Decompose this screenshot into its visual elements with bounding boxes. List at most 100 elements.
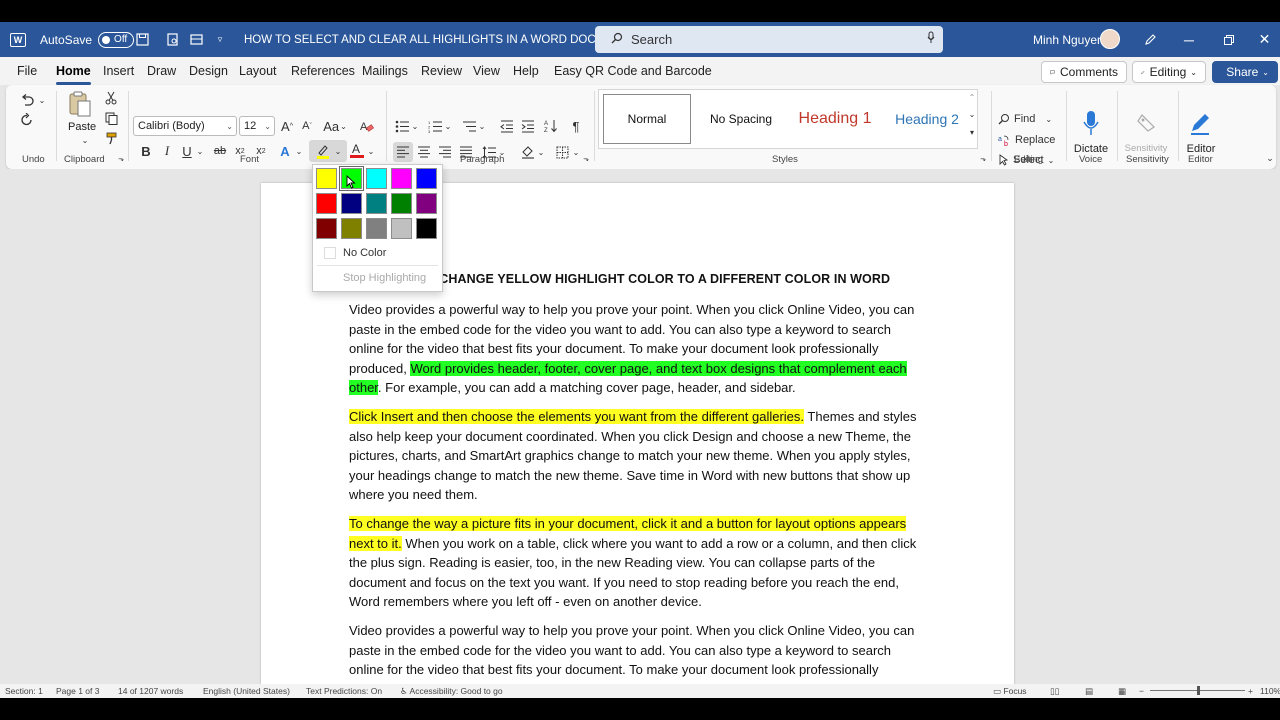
font-size-combo[interactable]: 12 ⌄ bbox=[239, 116, 275, 136]
font-name-combo[interactable]: Calibri (Body) ⌄ bbox=[133, 116, 237, 136]
search-box[interactable]: Search bbox=[595, 26, 943, 53]
sort-icon[interactable]: AZ bbox=[542, 116, 560, 136]
highlight-swatch[interactable] bbox=[391, 218, 412, 239]
paragraph-3[interactable]: To change the way a picture fits in your… bbox=[349, 514, 927, 612]
highlight-swatch[interactable] bbox=[341, 193, 362, 214]
user-name[interactable]: Minh Nguyen bbox=[1033, 22, 1104, 57]
grow-font-icon[interactable]: A ^ bbox=[279, 116, 295, 136]
status-accessibility[interactable]: ♿ Accessibility: Good to go bbox=[400, 686, 503, 697]
dialog-launcher-icon[interactable]: ⬎ bbox=[116, 154, 126, 164]
document-title[interactable]: HOW TO SELECT AND CLEAR ALL HIGHLIGHTS I… bbox=[244, 22, 637, 57]
clear-formatting-icon[interactable]: A bbox=[358, 116, 376, 136]
comments-button[interactable]: Comments bbox=[1041, 61, 1127, 83]
paragraph-1[interactable]: Video provides a powerful way to help yo… bbox=[349, 300, 927, 398]
bullets-icon[interactable] bbox=[393, 116, 411, 136]
read-mode-icon[interactable]: ▯▯ bbox=[1050, 686, 1059, 697]
strikethrough-icon[interactable]: ab bbox=[211, 142, 229, 160]
replace-button[interactable]: ab Replace bbox=[998, 131, 1062, 149]
tab-review[interactable]: Review bbox=[421, 64, 462, 78]
find-button[interactable]: Find ⌄ bbox=[998, 110, 1058, 128]
editing-mode-button[interactable]: Editing ⌄ bbox=[1132, 61, 1206, 83]
microphone-icon[interactable] bbox=[1080, 109, 1102, 137]
font-color-icon[interactable]: A bbox=[349, 140, 365, 160]
text-highlight-color-button[interactable]: ⌄ bbox=[309, 140, 347, 162]
italic-icon[interactable]: I bbox=[159, 142, 175, 160]
numbering-icon[interactable]: 123 bbox=[426, 116, 444, 136]
status-text-predictions[interactable]: Text Predictions: On bbox=[306, 686, 382, 696]
highlight-swatch[interactable] bbox=[316, 168, 337, 189]
borders-dropdown-icon[interactable]: ⌄ bbox=[572, 142, 580, 162]
pen-icon[interactable] bbox=[1130, 22, 1170, 57]
style-heading-2[interactable]: Heading 2 bbox=[883, 94, 971, 144]
stop-highlighting-option[interactable]: Stop Highlighting bbox=[343, 272, 426, 284]
tab-references[interactable]: References bbox=[291, 64, 355, 78]
share-button[interactable]: Share ⌄ bbox=[1212, 61, 1278, 83]
dialog-launcher-icon[interactable]: ⬎ bbox=[978, 154, 988, 164]
multilevel-list-icon[interactable] bbox=[460, 116, 478, 136]
styles-more-icon[interactable]: ▾ bbox=[966, 125, 978, 139]
show-formatting-marks-icon[interactable]: ¶ bbox=[567, 116, 585, 136]
bold-icon[interactable]: B bbox=[138, 142, 154, 160]
undo-dropdown-icon[interactable]: ⌄ bbox=[37, 91, 47, 109]
collapse-ribbon-icon[interactable]: ⌄ bbox=[1264, 152, 1276, 164]
paste-icon[interactable] bbox=[66, 89, 94, 119]
highlight-swatch[interactable] bbox=[391, 193, 412, 214]
web-layout-icon[interactable]: ▦ bbox=[1118, 686, 1126, 697]
paste-label[interactable]: Paste bbox=[68, 121, 96, 133]
highlight-swatch[interactable] bbox=[366, 218, 387, 239]
decrease-indent-icon[interactable] bbox=[498, 116, 516, 136]
toggle-switch[interactable]: Off bbox=[98, 31, 135, 48]
highlight-swatch[interactable] bbox=[416, 218, 437, 239]
highlight-swatch[interactable] bbox=[366, 193, 387, 214]
highlight-swatch[interactable] bbox=[316, 218, 337, 239]
status-section[interactable]: Section: 1 bbox=[5, 686, 43, 696]
format-painter-icon[interactable] bbox=[102, 129, 120, 147]
underline-dropdown-icon[interactable]: ⌄ bbox=[195, 142, 205, 160]
underline-icon[interactable]: U bbox=[179, 142, 195, 160]
styles-scroll-down-icon[interactable]: ⌄ bbox=[966, 107, 978, 121]
microphone-icon[interactable] bbox=[927, 31, 935, 47]
print-preview-icon[interactable] bbox=[162, 30, 182, 50]
shading-dropdown-icon[interactable]: ⌄ bbox=[537, 142, 545, 162]
paragraph-2[interactable]: Click Insert and then choose the element… bbox=[349, 407, 927, 505]
style-no-spacing[interactable]: No Spacing bbox=[695, 94, 787, 144]
borders-icon[interactable] bbox=[553, 142, 571, 162]
status-word-count[interactable]: 14 of 1207 words bbox=[118, 686, 183, 696]
shading-icon[interactable] bbox=[519, 142, 537, 162]
zoom-out-icon[interactable]: − bbox=[1139, 686, 1144, 696]
redo-icon[interactable] bbox=[16, 111, 38, 129]
zoom-in-icon[interactable]: + bbox=[1248, 686, 1253, 696]
dialog-launcher-icon[interactable]: ⬎ bbox=[581, 154, 591, 164]
focus-button[interactable]: ▭ Focus bbox=[993, 686, 1027, 697]
customize-qat-icon[interactable]: ▿ bbox=[210, 30, 230, 50]
style-heading-1[interactable]: Heading 1 bbox=[787, 94, 883, 144]
status-language[interactable]: English (United States) bbox=[203, 686, 290, 696]
zoom-level[interactable]: 110% bbox=[1260, 686, 1280, 696]
align-center-icon[interactable] bbox=[415, 142, 433, 162]
copy-icon[interactable] bbox=[102, 109, 120, 127]
close-button[interactable]: ✕ bbox=[1249, 22, 1280, 57]
editor-icon[interactable] bbox=[1188, 111, 1212, 137]
highlight-swatch[interactable] bbox=[366, 168, 387, 189]
avatar[interactable] bbox=[1100, 29, 1120, 49]
align-right-icon[interactable] bbox=[436, 142, 454, 162]
restore-button[interactable] bbox=[1209, 22, 1249, 57]
bullets-dropdown-icon[interactable]: ⌄ bbox=[411, 116, 419, 136]
no-color-option[interactable]: No Color bbox=[343, 247, 386, 259]
print-layout-icon[interactable]: ▤ bbox=[1085, 686, 1093, 697]
paste-dropdown-icon[interactable]: ⌄ bbox=[80, 135, 90, 145]
increase-indent-icon[interactable] bbox=[519, 116, 537, 136]
save-icon[interactable] bbox=[132, 30, 152, 50]
tab-design[interactable]: Design bbox=[189, 64, 228, 78]
undo-icon[interactable] bbox=[16, 91, 38, 109]
tab-view[interactable]: View bbox=[473, 64, 500, 78]
tab-layout[interactable]: Layout bbox=[239, 64, 277, 78]
draw-table-icon[interactable] bbox=[186, 30, 206, 50]
highlight-swatch[interactable] bbox=[416, 193, 437, 214]
tab-home[interactable]: Home bbox=[56, 64, 91, 85]
style-normal[interactable]: Normal bbox=[603, 94, 691, 144]
tab-easy-qr[interactable]: Easy QR Code and Barcode bbox=[554, 64, 712, 78]
highlight-swatch[interactable] bbox=[316, 193, 337, 214]
highlight-swatch[interactable] bbox=[341, 218, 362, 239]
tab-mailings[interactable]: Mailings bbox=[362, 64, 408, 78]
